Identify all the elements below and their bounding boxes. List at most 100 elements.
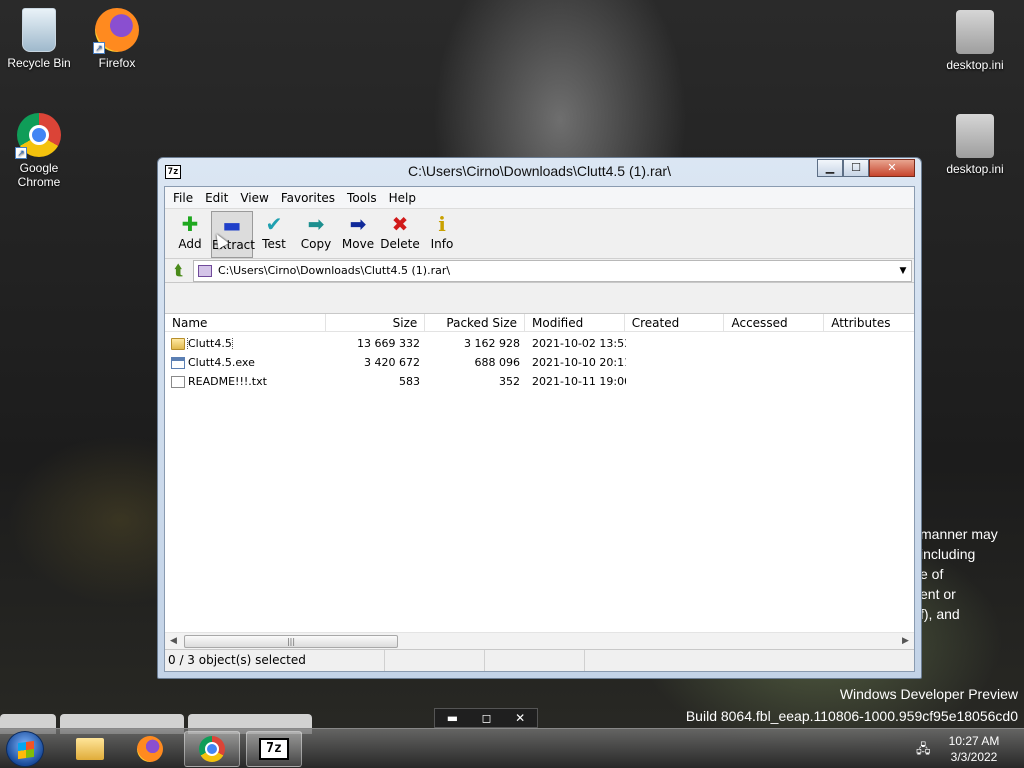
preview-maximize-button[interactable]: ◻	[482, 711, 492, 725]
add-button[interactable]: ✚ Add	[169, 211, 211, 258]
menu-bar: File Edit View Favorites Tools Help	[165, 187, 914, 209]
clock-time: 10:27 AM	[948, 734, 1000, 748]
maximize-button[interactable]: ☐	[843, 159, 869, 177]
7zip-icon: 7z	[259, 738, 289, 760]
firefox-icon: ↗	[93, 8, 139, 54]
desktop-icon-recycle-bin[interactable]: Recycle Bin	[0, 8, 79, 70]
desktop-icon-label: desktop.ini	[946, 58, 1004, 72]
info-button[interactable]: i Info	[421, 211, 463, 258]
watermark-build: Build 8064.fbl_eeap.110806-1000.959cf95e…	[685, 708, 1018, 724]
menu-favorites[interactable]: Favorites	[275, 191, 341, 205]
minimize-button[interactable]: ▁	[817, 159, 843, 177]
copy-button[interactable]: ➡ Copy	[295, 211, 337, 258]
shortcut-arrow-icon: ↗	[15, 147, 27, 159]
move-button[interactable]: ➡ Move	[337, 211, 379, 258]
taskbar-firefox[interactable]	[122, 731, 178, 767]
file-list[interactable]: Name Size Packed Size Modified Created A…	[165, 313, 914, 649]
window-title: C:\Users\Cirno\Downloads\Clutt4.5 (1).ra…	[408, 163, 671, 179]
menu-file[interactable]: File	[167, 191, 199, 205]
desktop-icon-firefox[interactable]: ↗ Firefox	[77, 8, 157, 70]
text-file-icon	[171, 375, 185, 388]
clock-date: 3/3/2022	[950, 750, 998, 764]
chevron-down-icon[interactable]: ▼	[895, 266, 911, 276]
firefox-icon	[137, 736, 163, 762]
system-clock[interactable]: 10:27 AM 3/3/2022	[934, 733, 1014, 765]
taskbar-chrome[interactable]	[184, 731, 240, 767]
legal-text: manner may including e of ent or f), and	[920, 526, 998, 622]
up-folder-button[interactable]: ⮬	[165, 263, 193, 279]
file-size: 583	[399, 375, 420, 388]
file-packed-size: 688 096	[474, 356, 521, 369]
table-row[interactable]: Clutt4.5.exe 3 420 672 688 096 2021-10-1…	[165, 353, 914, 372]
move-arrow-icon: ➡	[349, 212, 367, 236]
up-arrow-icon: ⮬	[174, 262, 184, 279]
scroll-track[interactable]: |||	[182, 634, 897, 649]
7zip-window: 7z C:\Users\Cirno\Downloads\Clutt4.5 (1)…	[157, 157, 922, 679]
desktop-icon-label: Google Chrome	[17, 161, 61, 189]
file-packed-size: 352	[499, 375, 520, 388]
tool-label: Move	[341, 237, 375, 251]
file-modified: 2021-10-02 13:53	[532, 337, 626, 350]
settings-file-icon	[956, 114, 994, 158]
horizontal-scrollbar[interactable]: ◀ ||| ▶	[165, 632, 914, 649]
status-packed	[485, 650, 585, 671]
column-packed-size[interactable]: Packed Size	[425, 314, 526, 331]
toolbar: ✚ Add ▬ Extract ✔ Test ➡ Copy ➡ Move ✖ D…	[165, 209, 914, 259]
preview-close-button[interactable]: ✕	[515, 711, 525, 725]
table-row[interactable]: Clutt4.5 13 669 332 3 162 928 2021-10-02…	[165, 334, 914, 353]
delete-button[interactable]: ✖ Delete	[379, 211, 421, 258]
column-size[interactable]: Size	[326, 314, 426, 331]
preview-minimize-button[interactable]: ▬	[447, 711, 458, 725]
column-modified[interactable]: Modified	[525, 314, 625, 331]
start-button[interactable]	[6, 731, 44, 767]
taskbar-7zip[interactable]: 7z	[246, 731, 302, 767]
desktop-icon-label: Firefox	[98, 56, 136, 70]
column-name[interactable]: Name	[165, 314, 326, 331]
chrome-icon: ↗	[15, 113, 61, 159]
status-selection: 0 / 3 object(s) selected	[165, 650, 385, 671]
file-name: Clutt4.5.exe	[188, 356, 255, 369]
status-size	[385, 650, 485, 671]
preview-window-controls: ▬ ◻ ✕	[434, 708, 538, 728]
column-headers: Name Size Packed Size Modified Created A…	[165, 314, 914, 332]
file-name: Clutt4.5	[187, 337, 233, 350]
close-button[interactable]: ✕	[869, 159, 915, 177]
address-input[interactable]: C:\Users\Cirno\Downloads\Clutt4.5 (1).ra…	[193, 259, 912, 282]
status-extra	[585, 650, 914, 671]
column-attributes[interactable]: Attributes	[824, 314, 914, 331]
menu-edit[interactable]: Edit	[199, 191, 234, 205]
file-name: README!!!.txt	[188, 375, 267, 388]
tool-label: Test	[262, 237, 286, 251]
scroll-left-icon[interactable]: ◀	[165, 636, 182, 646]
table-row[interactable]: README!!!.txt 583 352 2021-10-11 19:00	[165, 372, 914, 391]
menu-tools[interactable]: Tools	[341, 191, 383, 205]
tool-label: Delete	[380, 237, 420, 251]
taskbar: 7z	[0, 728, 1024, 768]
address-bar: ⮬ C:\Users\Cirno\Downloads\Clutt4.5 (1).…	[165, 259, 914, 283]
tool-label: Copy	[300, 237, 332, 251]
desktop-icon-label: desktop.ini	[946, 162, 1004, 176]
file-explorer-icon	[76, 738, 104, 760]
folder-icon	[171, 337, 185, 350]
scroll-thumb[interactable]: |||	[184, 634, 398, 648]
address-text: C:\Users\Cirno\Downloads\Clutt4.5 (1).ra…	[218, 264, 451, 277]
desktop-icon-desktop-ini[interactable]: desktop.ini	[935, 10, 1015, 72]
desktop-icon-google-chrome[interactable]: ↗ Google Chrome	[0, 113, 79, 189]
desktop-icon-desktop-ini-2[interactable]: desktop.ini	[935, 114, 1015, 176]
network-icon[interactable]: 🖧	[916, 740, 931, 762]
taskbar-explorer[interactable]	[62, 731, 118, 767]
menu-help[interactable]: Help	[383, 191, 422, 205]
title-bar[interactable]: 7z C:\Users\Cirno\Downloads\Clutt4.5 (1)…	[158, 158, 921, 186]
rar-archive-icon	[198, 264, 212, 277]
column-accessed[interactable]: Accessed	[724, 314, 825, 331]
test-button[interactable]: ✔ Test	[253, 211, 295, 258]
column-created[interactable]: Created	[625, 314, 725, 331]
check-icon: ✔	[265, 212, 283, 236]
menu-view[interactable]: View	[234, 191, 274, 205]
settings-file-icon	[956, 10, 994, 54]
exe-file-icon	[171, 356, 185, 369]
file-modified: 2021-10-10 20:11	[532, 356, 626, 369]
file-size: 13 669 332	[357, 337, 420, 350]
file-packed-size: 3 162 928	[464, 337, 520, 350]
scroll-right-icon[interactable]: ▶	[897, 636, 914, 646]
